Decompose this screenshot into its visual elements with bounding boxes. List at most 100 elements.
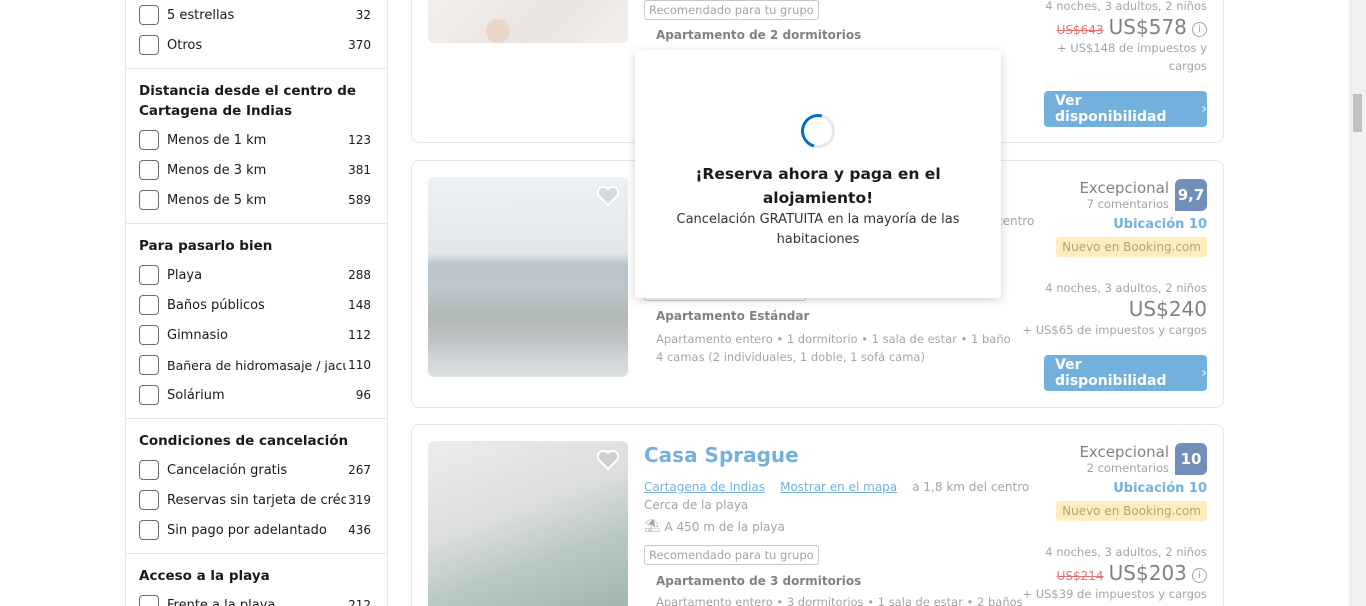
photo-detail <box>486 19 510 43</box>
checkbox[interactable] <box>139 355 159 375</box>
taxes: + US$148 de impuestos y cargos <box>1057 41 1208 73</box>
score-badge: 9,7 <box>1175 179 1207 211</box>
checkbox[interactable] <box>139 160 159 180</box>
chevron-right-icon: › <box>1201 365 1207 381</box>
filter-distance-5km[interactable]: Menos de 5 km 589 <box>139 189 371 211</box>
property-photo[interactable] <box>428 0 628 43</box>
modal-title: ¡Reserva ahora y paga en el alojamiento! <box>695 165 941 207</box>
unit-description: Apartamento entero • 3 dormitorios • 1 s… <box>656 595 1023 606</box>
review-summary[interactable]: Excepcional 7 comentarios 9,7 <box>1056 179 1207 211</box>
taxes: + US$65 de impuestos y cargos <box>1022 323 1207 337</box>
filter-banos-publicos[interactable]: Baños públicos 148 <box>139 294 371 316</box>
original-price: US$643 <box>1056 23 1104 37</box>
scrollbar-thumb[interactable] <box>1353 94 1362 132</box>
page-scrollbar[interactable] <box>1349 0 1366 606</box>
chevron-right-icon: › <box>1201 101 1207 117</box>
filter-beachfront[interactable]: Frente a la playa 212 <box>139 594 371 606</box>
recommended-tag: Recomendado para tu grupo <box>644 0 819 20</box>
price-block: 4 noches, 3 adultos, 2 niños US$240 + US… <box>1022 281 1207 339</box>
button-label: Ver disponibilidad <box>1055 93 1167 125</box>
filter-distance-3km[interactable]: Menos de 3 km 381 <box>139 159 371 181</box>
checkbox[interactable] <box>139 35 159 55</box>
rating-word: Excepcional <box>1079 179 1169 197</box>
checkbox[interactable] <box>139 460 159 480</box>
review-block: Excepcional 2 comentarios 10 Ubicación 1… <box>1056 443 1207 521</box>
filter-gimnasio[interactable]: Gimnasio 112 <box>139 324 371 346</box>
checkbox[interactable] <box>139 5 159 25</box>
heart-icon[interactable] <box>596 185 620 207</box>
filter-otros[interactable]: Otros 370 <box>139 34 371 56</box>
score-badge: 10 <box>1175 443 1207 475</box>
filter-heading-cancellation: Condiciones de cancelación <box>139 433 349 449</box>
distance-text: centro <box>996 214 1035 228</box>
filter-no-credit-card[interactable]: Reservas sin tarjeta de crédito 319 <box>139 489 371 511</box>
filters-sidebar: 5 estrellas 32 Otros 370 Distancia desde… <box>125 0 388 606</box>
unit-title: Apartamento de 2 dormitorios <box>656 28 862 42</box>
checkbox[interactable] <box>139 295 159 315</box>
filter-heading-distance: Distancia desde el centro de Cartagena d… <box>139 83 357 119</box>
filter-heading-beach: Acceso a la playa <box>139 568 270 584</box>
info-icon[interactable]: i <box>1192 568 1207 583</box>
property-photo[interactable] <box>428 177 628 377</box>
rating-word: Excepcional <box>1079 443 1169 461</box>
search-results-page: 5 estrellas 32 Otros 370 Distancia desde… <box>0 0 1366 606</box>
current-price: US$240 <box>1128 297 1207 321</box>
price-line: US$643 US$578 i <box>1045 15 1207 39</box>
unit-title: Apartamento Estándar <box>656 309 810 323</box>
filter-heading-fun: Para pasarlo bien <box>139 238 273 254</box>
unit-desc-line: Apartamento entero • 1 dormitorio • 1 sa… <box>656 332 1011 346</box>
beach-icon: ⛱ <box>644 519 661 534</box>
near-beach-text: Cerca de la playa <box>644 498 749 512</box>
checkbox[interactable] <box>139 265 159 285</box>
filter-no-prepayment[interactable]: Sin pago por adelantado 436 <box>139 519 371 541</box>
unit-desc-line: 4 camas (2 individuales, 1 doble, 1 sofá… <box>656 350 925 364</box>
filter-free-cancellation[interactable]: Cancelación gratis 267 <box>139 459 371 481</box>
show-on-map-link[interactable]: Mostrar en el mapa <box>780 480 897 494</box>
review-summary[interactable]: Excepcional 2 comentarios 10 <box>1056 443 1207 475</box>
loading-spinner-icon <box>794 107 842 155</box>
price-block: 4 noches, 3 adultos, 2 niños US$214 US$2… <box>1022 545 1207 603</box>
original-price: US$214 <box>1056 569 1104 583</box>
recommended-tag: Recomendado para tu grupo <box>644 545 819 565</box>
stay-info: 4 noches, 3 adultos, 2 niños <box>1045 281 1207 295</box>
checkbox[interactable] <box>139 130 159 150</box>
review-text: Excepcional 2 comentarios <box>1079 443 1169 475</box>
checkbox[interactable] <box>139 325 159 345</box>
checkbox[interactable] <box>139 520 159 540</box>
filter-distance-1km[interactable]: Menos de 1 km 123 <box>139 129 371 151</box>
checkbox[interactable] <box>139 595 159 606</box>
filter-solarium[interactable]: Solárium 96 <box>139 384 371 406</box>
property-title[interactable]: Casa Sprague <box>644 443 799 467</box>
location-line: Cartagena de Indias Mostrar en el mapa a… <box>644 476 1029 495</box>
see-availability-button[interactable]: Ver disponibilidad › <box>1044 91 1207 127</box>
review-count: 7 comentarios <box>1086 197 1169 211</box>
unit-title: Apartamento de 3 dormitorios <box>656 574 862 588</box>
distance-text: a 1,8 km del centro <box>912 480 1030 494</box>
filter-5-stars[interactable]: 5 estrellas 32 <box>139 4 371 26</box>
divider <box>126 223 387 224</box>
see-availability-button[interactable]: Ver disponibilidad › <box>1044 355 1207 391</box>
loading-modal: ¡Reserva ahora y paga en el alojamiento!… <box>635 50 1001 298</box>
info-icon[interactable]: i <box>1192 22 1207 37</box>
button-label: Ver disponibilidad <box>1055 357 1167 389</box>
taxes: + US$39 de impuestos y cargos <box>1022 587 1207 601</box>
property-card: Casa Sprague Cartagena de Indias Mostrar… <box>411 424 1224 606</box>
current-price: US$578 <box>1108 15 1187 39</box>
filter-playa[interactable]: Playa 288 <box>139 264 371 286</box>
price-block: 4 noches, 3 adultos, 2 niños US$643 US$5… <box>1045 0 1207 75</box>
heart-icon[interactable] <box>596 449 620 471</box>
review-count: 2 comentarios <box>1086 461 1169 475</box>
checkbox[interactable] <box>139 385 159 405</box>
unit-description: Apartamento entero • 1 dormitorio • 1 sa… <box>656 330 1011 366</box>
location-score: Ubicación 10 <box>1113 481 1207 496</box>
property-photo[interactable] <box>428 441 628 606</box>
beach-distance: ⛱ A 450 m de la playa <box>644 519 785 534</box>
filter-jacuzzi[interactable]: Bañera de hidromasaje / jacuzzi 110 <box>139 354 371 376</box>
checkbox[interactable] <box>139 490 159 510</box>
price-line: US$214 US$203 i <box>1022 561 1207 585</box>
stay-info: 4 noches, 3 adultos, 2 niños <box>1045 545 1207 559</box>
checkbox[interactable] <box>139 190 159 210</box>
city-link[interactable]: Cartagena de Indias <box>644 480 765 494</box>
stay-info: 4 noches, 3 adultos, 2 niños <box>1045 0 1207 13</box>
divider <box>126 68 387 69</box>
